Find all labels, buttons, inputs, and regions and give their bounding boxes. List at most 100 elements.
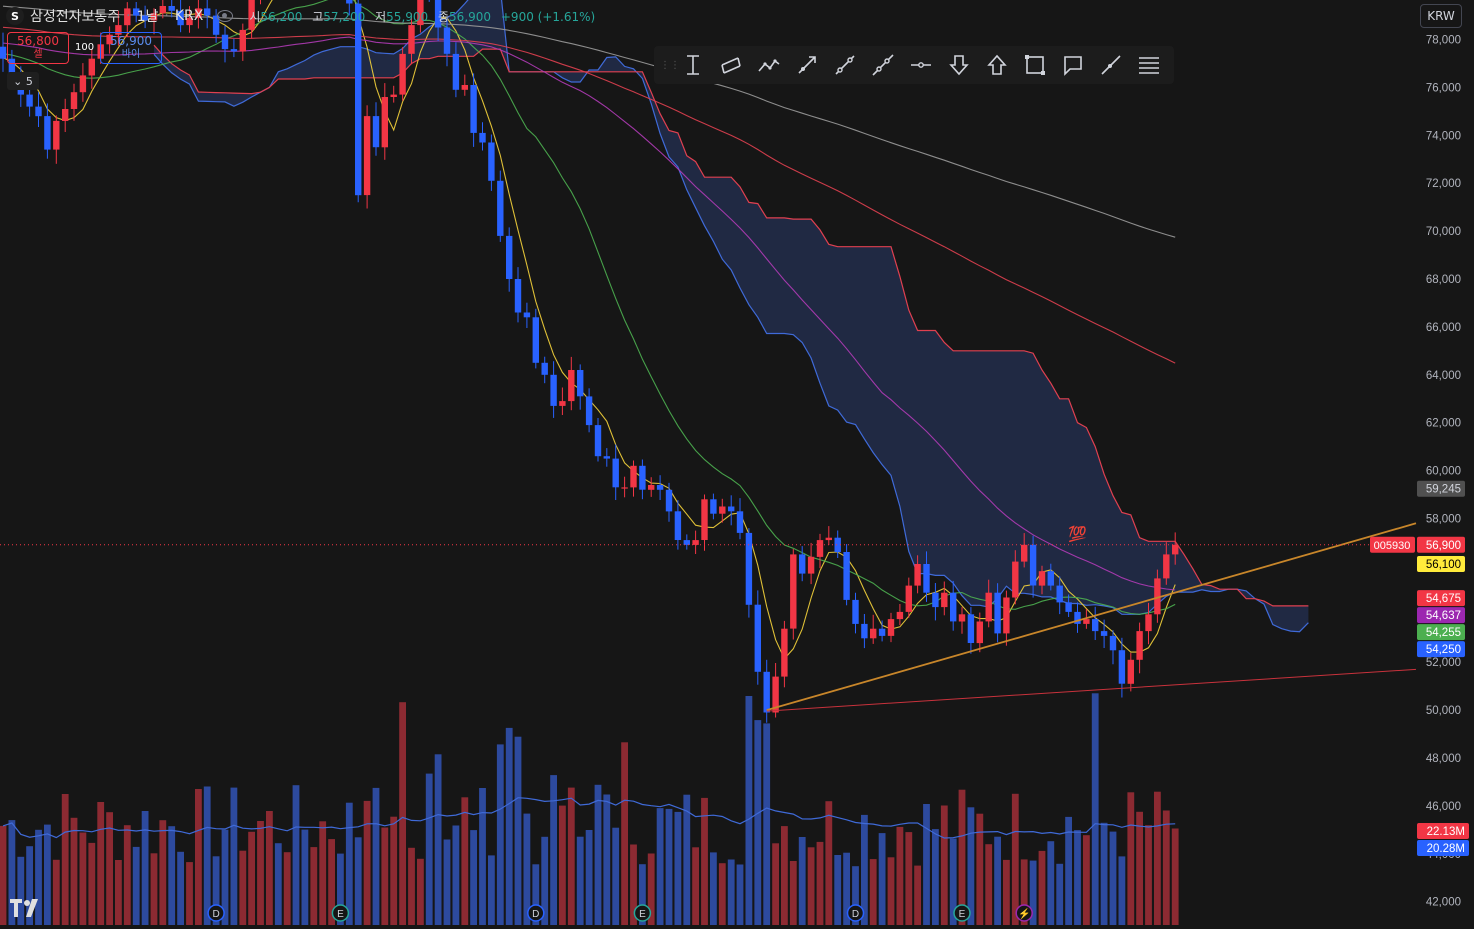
candle-body: [506, 235, 513, 279]
buy-button[interactable]: 56,900 바이: [100, 32, 162, 64]
candle-body: [1012, 561, 1019, 598]
volume-bar: [248, 831, 255, 925]
volume-bar: [496, 744, 504, 925]
volume-bar: [869, 859, 877, 925]
candle-body: [958, 614, 966, 622]
close-label: 종: [438, 9, 450, 24]
candle-body: [550, 374, 557, 406]
volume-bar: [399, 702, 406, 925]
eye-icon[interactable]: [217, 10, 234, 22]
candle-body: [852, 599, 859, 624]
volume-bar: [1056, 863, 1064, 925]
volume-bar: [257, 821, 264, 925]
vertical-measure-icon[interactable]: [680, 52, 706, 78]
candle-body: [994, 592, 1001, 634]
candle-body: [781, 628, 788, 677]
candle-body: [1065, 602, 1072, 612]
price-axis[interactable]: 78,000 76,000 74,000 72,000 70,000 68,000 66,0…: [1370, 35, 1469, 909]
candle-body: [346, 0, 353, 4]
parallel-channel-icon[interactable]: [718, 52, 744, 78]
candle-body: [985, 592, 992, 622]
volume-bar: [665, 808, 673, 925]
candle-body: [62, 109, 69, 121]
candle-body: [221, 34, 229, 50]
high-label: 고: [312, 9, 324, 24]
path-icon[interactable]: [756, 52, 782, 78]
volume-bar: [905, 832, 913, 925]
volume-bar: [576, 836, 584, 925]
event-marker-E[interactable]: E: [633, 904, 652, 922]
volume-bar: [88, 842, 96, 925]
chevron-down-icon: ⌄: [13, 74, 26, 88]
symbol-header[interactable]: S 삼성전자보통주 · 1날 · KRX 시56,200 고57,200 저55…: [6, 4, 595, 28]
trend-line-icon[interactable]: [832, 52, 858, 78]
volume-bar: [727, 859, 735, 925]
volume-bar: [150, 853, 158, 925]
price-tick-label: 64,000: [1426, 370, 1461, 382]
event-marker-D[interactable]: D: [207, 904, 225, 922]
drag-handle-icon[interactable]: ⋮⋮: [660, 60, 680, 71]
volume-bar: [1171, 828, 1179, 925]
price-tick-label: 46,000: [1426, 801, 1461, 813]
candle-body: [568, 370, 575, 402]
horizontal-ray-icon[interactable]: [908, 52, 934, 78]
volume-bar: [1074, 830, 1081, 925]
symbol-code-label: 005930: [1374, 540, 1411, 552]
sell-button[interactable]: 56,800 셀: [7, 32, 69, 64]
event-marker-D[interactable]: D: [846, 904, 865, 922]
ray-icon[interactable]: [794, 52, 820, 78]
candle-body: [452, 53, 460, 90]
volume-bar: [488, 855, 495, 925]
brush-icon[interactable]: [1098, 52, 1124, 78]
volume-bar: [692, 847, 699, 925]
trend-lines[interactable]: 💯: [0, 522, 1417, 712]
support-line: [766, 668, 1417, 712]
arrow-up-icon[interactable]: [984, 52, 1010, 78]
volume-bar: [97, 802, 105, 925]
arrow-down-icon[interactable]: [946, 52, 972, 78]
volume-bar: [1038, 850, 1046, 925]
candle-body: [585, 396, 593, 426]
order-quantity[interactable]: 100: [75, 42, 94, 53]
drawing-toolbar[interactable]: ⋮⋮: [654, 46, 1174, 84]
indicators-collapse-button[interactable]: ⌄ 5: [7, 72, 39, 90]
candle-body: [532, 317, 539, 363]
volume-bar: [452, 825, 460, 925]
candle-body: [745, 532, 753, 605]
currency-button[interactable]: KRW: [1420, 4, 1462, 28]
candle-body: [878, 628, 886, 636]
candle-body: [230, 49, 238, 52]
candle-body: [807, 556, 815, 574]
candle-body: [967, 614, 975, 643]
extended-line-icon[interactable]: [870, 52, 896, 78]
cloud-fill: [154, 0, 1309, 632]
event-marker-⚡[interactable]: ⚡: [1015, 904, 1033, 922]
symbol-name[interactable]: 삼성전자보통주: [30, 6, 120, 26]
event-marker-E[interactable]: E: [953, 904, 971, 922]
candle-body: [1172, 544, 1179, 555]
low-label: 저: [375, 9, 387, 24]
event-marker-E[interactable]: E: [331, 904, 350, 922]
candle-body: [470, 85, 477, 133]
event-marker-label: D: [212, 909, 219, 920]
candle-body: [630, 465, 637, 488]
callout-icon[interactable]: [1060, 52, 1086, 78]
rectangle-icon[interactable]: [1022, 52, 1048, 78]
candle-body: [843, 552, 850, 600]
candle-body: [825, 537, 832, 541]
candle-body: [692, 540, 699, 545]
event-marker-D[interactable]: D: [527, 904, 545, 922]
interval[interactable]: 1날: [137, 6, 159, 26]
price-chart[interactable]: 💯 78,000 76,000 74,000 72,000 70,000 68,000 66…: [0, 0, 1474, 929]
event-marker-label: E: [959, 909, 966, 920]
candle-body: [1145, 614, 1152, 632]
candle-body: [728, 506, 735, 512]
price-label: 56,900: [1426, 540, 1461, 552]
volume-bar: [461, 797, 469, 925]
menu-lines-icon[interactable]: [1136, 52, 1162, 78]
candle-body: [35, 106, 42, 117]
close-value: 56,900: [449, 9, 492, 24]
volume-bar: [985, 844, 993, 925]
volume-bar: [923, 804, 930, 925]
candle-body: [816, 540, 824, 557]
